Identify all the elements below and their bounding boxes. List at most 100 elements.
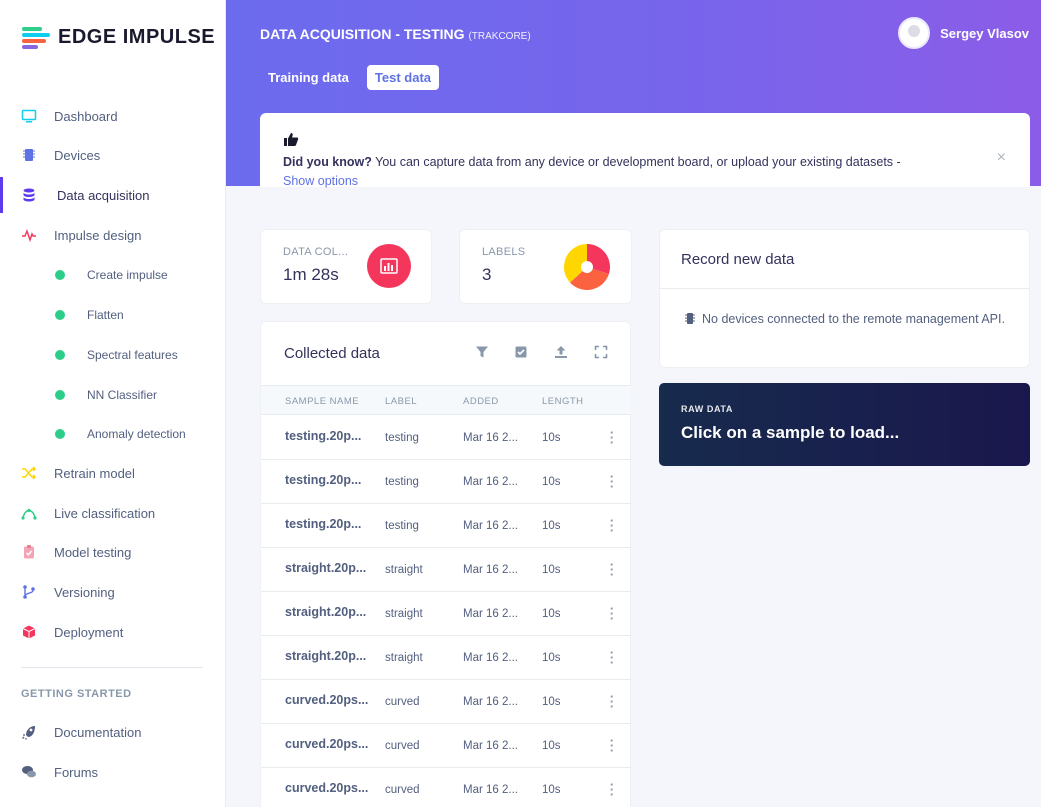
sidebar-item-documentation[interactable]: Documentation — [0, 714, 226, 750]
row-menu-icon[interactable]: · · · — [609, 470, 615, 493]
sidebar-item-versioning[interactable]: Versioning — [0, 574, 226, 610]
sidebar-item-label: Live classification — [54, 505, 156, 521]
sidebar-item-label: Devices — [54, 147, 101, 163]
row-menu-icon[interactable]: · · · — [609, 690, 615, 713]
column-header-added[interactable]: ADDED — [463, 396, 499, 407]
page-title: DATA ACQUISITION - TESTING (TRAKCORE) — [260, 26, 531, 42]
sidebar-subitem-nn-classifier[interactable]: NN Classifier — [0, 380, 226, 410]
table-row[interactable]: testing.20p... testing Mar 16 2... 10s · · · — [261, 460, 631, 504]
sample-name[interactable]: curved.20ps... — [285, 781, 368, 795]
fullscreen-icon[interactable] — [593, 344, 609, 360]
sidebar-subitem-label: NN Classifier — [87, 388, 158, 402]
tab-test-data[interactable]: Test data — [366, 65, 440, 90]
table-row[interactable]: testing.20p... testing Mar 16 2... 10s · · · — [261, 416, 631, 460]
table-row[interactable]: straight.20p... straight Mar 16 2... 10s · · · — [261, 592, 631, 636]
column-header-sample-name[interactable]: SAMPLE NAME — [285, 396, 359, 407]
card-divider — [660, 288, 1030, 289]
sample-label: testing — [385, 432, 419, 444]
close-icon[interactable]: × — [997, 149, 1006, 167]
sample-name[interactable]: curved.20ps... — [285, 693, 368, 707]
row-menu-icon[interactable]: · · · — [609, 646, 615, 669]
row-menu-icon[interactable]: · · · — [609, 734, 615, 757]
sidebar-item-devices[interactable]: Devices — [0, 137, 226, 173]
raw-data-panel: RAW DATA Click on a sample to load... — [659, 383, 1030, 466]
filter-icon[interactable] — [474, 344, 490, 360]
labels-pie-icon — [563, 244, 610, 290]
tab-training-data[interactable]: Training data — [260, 65, 357, 90]
package-icon — [21, 624, 37, 640]
status-dot — [55, 350, 65, 360]
sidebar-item-label: Forums — [54, 764, 99, 780]
labels-value: 3 — [482, 265, 492, 284]
row-menu-icon[interactable]: · · · — [609, 558, 615, 581]
column-header-label[interactable]: LABEL — [385, 396, 417, 407]
sidebar-subitem-anomaly-detection[interactable]: Anomaly detection — [0, 419, 226, 449]
banner-bold: Did you know? — [283, 155, 372, 169]
table-row[interactable]: curved.20ps... curved Mar 16 2... 10s · · · — [261, 724, 631, 768]
sample-length: 10s — [542, 476, 561, 488]
sample-label: testing — [385, 520, 419, 532]
sample-added: Mar 16 2... — [463, 564, 518, 576]
pulse-icon — [21, 227, 37, 243]
table-row[interactable]: curved.20ps... curved Mar 16 2... 10s · · · — [261, 680, 631, 724]
sidebar-item-dashboard[interactable]: Dashboard — [0, 98, 226, 134]
sample-name[interactable]: straight.20p... — [285, 561, 366, 575]
sidebar-subitem-spectral-features[interactable]: Spectral features — [0, 340, 226, 370]
row-menu-icon[interactable]: · · · — [609, 514, 615, 537]
sample-added: Mar 16 2... — [463, 608, 518, 620]
sample-name[interactable]: curved.20ps... — [285, 737, 368, 751]
shuffle-icon — [21, 465, 37, 481]
table-row[interactable]: straight.20p... straight Mar 16 2... 10s · · · — [261, 548, 631, 592]
sidebar-item-label: Dashboard — [54, 108, 118, 124]
sidebar-item-live-classification[interactable]: Live classification — [0, 495, 226, 531]
sample-name[interactable]: straight.20p... — [285, 605, 366, 619]
sample-name[interactable]: straight.20p... — [285, 649, 366, 663]
table-row[interactable]: straight.20p... straight Mar 16 2... 10s · · · — [261, 636, 631, 680]
row-menu-icon[interactable]: · · · — [609, 778, 615, 801]
sidebar-item-data-acquisition[interactable]: Data acquisition — [0, 177, 226, 213]
table-row[interactable]: curved.20ps... curved Mar 16 2... 10s · · · — [261, 768, 631, 807]
sample-name[interactable]: testing.20p... — [285, 517, 361, 531]
sample-label: curved — [385, 784, 420, 796]
database-icon — [21, 187, 37, 203]
status-dot — [55, 429, 65, 439]
collected-data-card: Collected data SAMPLE NAME LABEL ADDED L… — [260, 321, 631, 807]
logo-text: EDGE IMPULSE — [58, 26, 216, 48]
row-menu-icon[interactable]: · · · — [609, 426, 615, 449]
sidebar-subitem-label: Spectral features — [87, 348, 178, 362]
sample-length: 10s — [542, 784, 561, 796]
table-row[interactable]: testing.20p... testing Mar 16 2... 10s · · · — [261, 504, 631, 548]
sidebar-subitem-flatten[interactable]: Flatten — [0, 300, 226, 330]
select-checkbox-icon[interactable] — [513, 344, 529, 360]
sample-added: Mar 16 2... — [463, 652, 518, 664]
sidebar-item-retrain-model[interactable]: Retrain model — [0, 455, 226, 491]
sidebar-item-label: Data acquisition — [57, 187, 150, 203]
clipboard-check-icon — [21, 544, 37, 560]
column-header-length[interactable]: LENGTH — [542, 396, 584, 407]
chip-icon — [684, 312, 696, 330]
raw-data-label: RAW DATA — [681, 404, 733, 414]
sidebar-item-impulse-design[interactable]: Impulse design — [0, 217, 226, 253]
sidebar-subitem-label: Create impulse — [87, 268, 168, 282]
sidebar-subitem-create-impulse[interactable]: Create impulse — [0, 260, 226, 290]
sidebar-item-model-testing[interactable]: Model testing — [0, 534, 226, 570]
sample-added: Mar 16 2... — [463, 696, 518, 708]
logo[interactable]: EDGE IMPULSE — [22, 26, 215, 49]
upload-icon[interactable] — [553, 344, 569, 360]
show-options-link[interactable]: Show options — [283, 174, 358, 188]
sidebar-item-forums[interactable]: Forums — [0, 754, 226, 790]
record-new-data-title: Record new data — [681, 251, 795, 268]
avatar — [898, 17, 931, 49]
page-title-text: DATA ACQUISITION - TESTING — [260, 26, 465, 42]
sidebar-item-deployment[interactable]: Deployment — [0, 614, 226, 650]
sidebar-subitem-label: Flatten — [87, 308, 124, 322]
user-menu[interactable]: Sergey Vlasov — [898, 17, 1029, 49]
sample-name[interactable]: testing.20p... — [285, 473, 361, 487]
sidebar-item-label: Model testing — [54, 544, 132, 560]
sample-name[interactable]: testing.20p... — [285, 429, 361, 443]
record-new-data-card: Record new data No devices connected to … — [659, 229, 1030, 368]
sidebar-item-label: Documentation — [54, 724, 142, 740]
raw-data-placeholder: Click on a sample to load... — [681, 423, 900, 442]
no-devices-text: No devices connected to the remote manag… — [702, 312, 1005, 326]
row-menu-icon[interactable]: · · · — [609, 602, 615, 625]
